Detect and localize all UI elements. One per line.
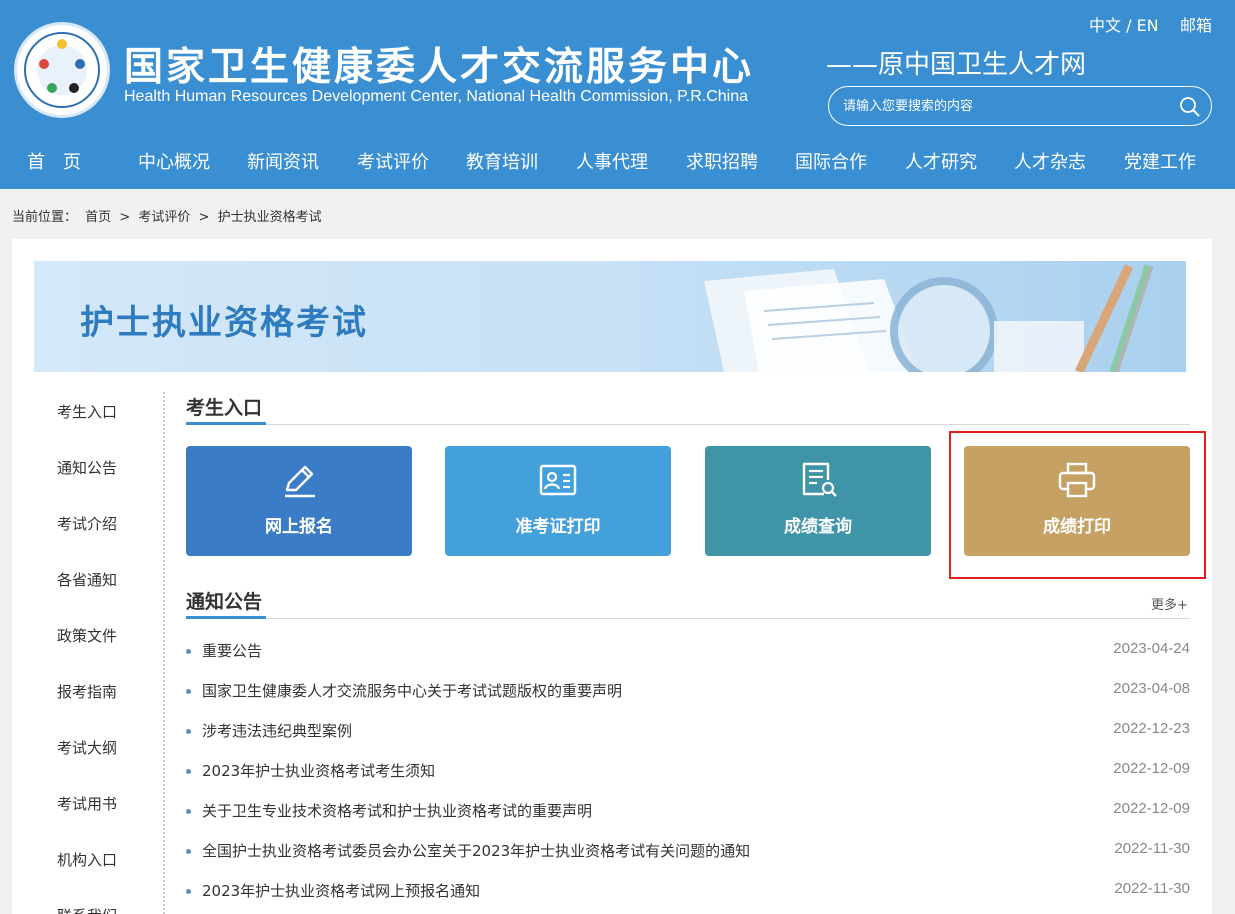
bullet — [186, 849, 191, 854]
nav-item-exam[interactable]: 考试评价 — [357, 148, 429, 174]
sidebar-item-guide[interactable]: 报考指南 — [57, 681, 117, 702]
notice-date: 2022-12-09 — [1113, 760, 1190, 777]
card-label: 网上报名 — [265, 517, 333, 537]
sidebar-divider — [163, 392, 165, 914]
site-header: 国家卫生健康委人才交流服务中心 ——原中国卫生人才网 Health Human … — [0, 0, 1235, 189]
notice-title[interactable]: 2023年护士执业资格考试考生须知 — [202, 760, 435, 781]
notice-date: 2023-04-08 — [1113, 680, 1190, 697]
sidebar-item-provincial[interactable]: 各省通知 — [57, 569, 117, 590]
breadcrumb-separator: > — [198, 210, 210, 225]
notices-heading-accent — [186, 616, 266, 619]
language-switch[interactable]: 中文 / EN — [1089, 12, 1159, 36]
breadcrumb-label: 当前位置： — [12, 210, 78, 225]
bullet — [186, 689, 191, 694]
list-item[interactable]: 国家卫生健康委人才交流服务中心关于考试试题版权的重要声明 2023-04-08 — [186, 680, 1190, 704]
notice-title[interactable]: 国家卫生健康委人才交流服务中心关于考试试题版权的重要声明 — [202, 680, 622, 701]
notice-date: 2022-12-09 — [1113, 800, 1190, 817]
nav-item-jobs[interactable]: 求职招聘 — [686, 148, 758, 174]
card-label: 准考证打印 — [515, 517, 601, 537]
banner-illustration — [704, 264, 1154, 372]
list-item[interactable]: 关于卫生专业技术资格考试和护士执业资格考试的重要声明 2022-12-09 — [186, 800, 1190, 824]
list-item[interactable]: 涉考违法违纪典型案例 2022-12-23 — [186, 720, 1190, 744]
banner-title: 护士执业资格考试 — [80, 303, 368, 343]
bullet — [186, 809, 191, 814]
logo-dot-red — [39, 59, 49, 69]
notices-heading-line — [186, 618, 1190, 619]
notice-title[interactable]: 重要公告 — [202, 640, 262, 661]
notice-title[interactable]: 涉考违法违纪典型案例 — [202, 720, 352, 741]
site-logo[interactable] — [14, 22, 110, 118]
notice-title[interactable]: 2023年护士执业资格考试网上预报名通知 — [202, 880, 480, 901]
document-search-icon — [802, 462, 837, 497]
breadcrumb-exam[interactable]: 考试评价 — [138, 210, 190, 225]
logo-dot-yellow — [57, 39, 67, 49]
entry-heading: 考生入口 — [186, 397, 263, 419]
entry-heading-line — [186, 424, 1190, 425]
logo-dot-blue — [75, 59, 85, 69]
list-item[interactable]: 全国护士执业资格考试委员会办公室关于2023年护士执业资格考试有关问题的通知 2… — [186, 840, 1190, 864]
main-nav: 首 页 中心概况 新闻资讯 考试评价 教育培训 人事代理 求职招聘 国际合作 人… — [0, 140, 1235, 180]
notice-date: 2023-04-24 — [1113, 640, 1190, 657]
logo-dot-black — [69, 83, 79, 93]
more-link[interactable]: 更多+ — [1151, 594, 1188, 613]
sidebar-item-books[interactable]: 考试用书 — [57, 793, 117, 814]
search-input[interactable] — [843, 96, 1163, 116]
pencil-icon — [285, 465, 315, 498]
notice-date: 2022-11-30 — [1114, 880, 1190, 897]
card-label: 成绩查询 — [784, 517, 852, 537]
sidebar-item-contact[interactable]: 联系我们 — [57, 905, 117, 914]
breadcrumb: 当前位置： 首页 > 考试评价 > 护士执业资格考试 — [12, 206, 326, 225]
list-item[interactable]: 2023年护士执业资格考试网上预报名通知 2022-11-30 — [186, 880, 1190, 904]
notice-date: 2022-12-23 — [1113, 720, 1190, 737]
nav-item-party[interactable]: 党建工作 — [1124, 148, 1196, 174]
bullet — [186, 649, 191, 654]
card-admission-ticket[interactable]: 准考证打印 — [445, 446, 671, 556]
card-score-query[interactable]: 成绩查询 — [705, 446, 931, 556]
notice-title[interactable]: 全国护士执业资格考试委员会办公室关于2023年护士执业资格考试有关问题的通知 — [202, 840, 750, 861]
breadcrumb-current: 护士执业资格考试 — [217, 210, 322, 225]
card-online-registration[interactable]: 网上报名 — [186, 446, 412, 556]
highlight-box — [949, 431, 1206, 579]
list-item[interactable]: 重要公告 2023-04-24 — [186, 640, 1190, 664]
logo-dot-green — [47, 83, 57, 93]
bullet — [186, 889, 191, 894]
sidebar-item-syllabus[interactable]: 考试大纲 — [57, 737, 117, 758]
notice-title[interactable]: 关于卫生专业技术资格考试和护士执业资格考试的重要声明 — [202, 800, 592, 821]
nav-item-about[interactable]: 中心概况 — [138, 148, 210, 174]
breadcrumb-home[interactable]: 首页 — [85, 210, 111, 225]
site-subtitle: ——原中国卫生人才网 — [826, 50, 1087, 80]
search-box — [828, 86, 1212, 126]
nav-item-home[interactable]: 首 页 — [27, 148, 81, 174]
sidebar-item-notices[interactable]: 通知公告 — [57, 457, 117, 478]
bullet — [186, 729, 191, 734]
site-title-en: Health Human Resources Development Cente… — [124, 88, 748, 105]
bullet — [186, 769, 191, 774]
logo-emblem — [37, 45, 87, 95]
nav-item-research[interactable]: 人才研究 — [905, 148, 977, 174]
sidebar-item-exam-intro[interactable]: 考试介绍 — [57, 513, 117, 534]
page-banner: 护士执业资格考试 — [34, 261, 1186, 372]
site-title: 国家卫生健康委人才交流服务中心 — [124, 45, 755, 90]
notices-heading: 通知公告 — [186, 591, 263, 613]
nav-item-personnel[interactable]: 人事代理 — [576, 148, 648, 174]
sidebar-item-policy[interactable]: 政策文件 — [57, 625, 117, 646]
nav-item-magazine[interactable]: 人才杂志 — [1014, 148, 1086, 174]
search-icon[interactable] — [1179, 96, 1201, 118]
nav-item-international[interactable]: 国际合作 — [795, 148, 867, 174]
breadcrumb-separator: > — [119, 210, 131, 225]
sidebar-item-candidate-entry[interactable]: 考生入口 — [57, 401, 117, 422]
list-item[interactable]: 2023年护士执业资格考试考生须知 2022-12-09 — [186, 760, 1190, 784]
mail-link[interactable]: 邮箱 — [1180, 12, 1212, 36]
nav-item-news[interactable]: 新闻资讯 — [247, 148, 319, 174]
notice-date: 2022-11-30 — [1114, 840, 1190, 857]
id-card-icon — [539, 464, 577, 496]
entry-heading-accent — [186, 422, 266, 425]
nav-item-training[interactable]: 教育培训 — [466, 148, 538, 174]
sidebar-item-institution[interactable]: 机构入口 — [57, 849, 117, 870]
